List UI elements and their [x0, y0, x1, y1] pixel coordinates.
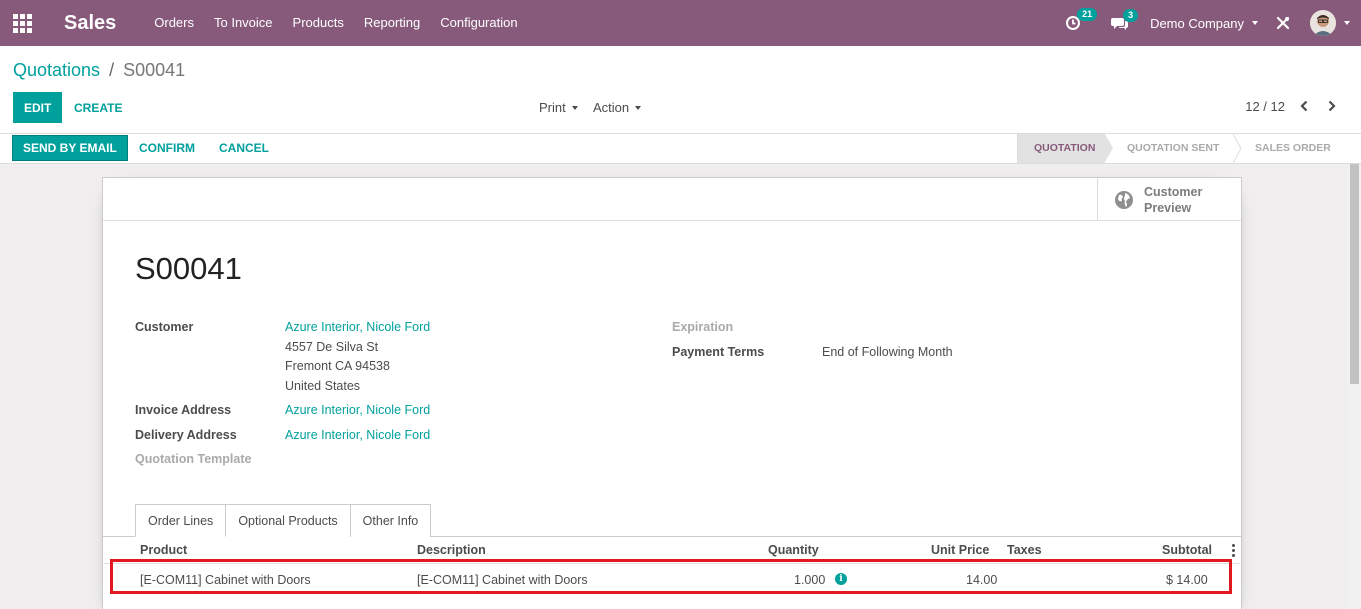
column-taxes[interactable]: Taxes: [1007, 543, 1042, 557]
breadcrumb-separator: /: [109, 60, 115, 80]
print-label: Print: [539, 100, 566, 115]
tab-optional-products[interactable]: Optional Products: [225, 504, 351, 537]
caret-down-icon: [1252, 21, 1258, 25]
pager-value[interactable]: 12 / 12: [1245, 99, 1285, 114]
form-statusbar: SEND BY EMAIL CONFIRM CANCEL QUOTATION Q…: [0, 134, 1361, 164]
pager-previous-button[interactable]: [1295, 97, 1313, 115]
customer-preview-button[interactable]: Customer Preview: [1097, 178, 1241, 221]
grid-icon: [12, 13, 32, 33]
create-button[interactable]: CREATE: [64, 92, 132, 123]
message-count-badge: 3: [1123, 8, 1139, 22]
app-switcher[interactable]: [0, 0, 44, 46]
column-quantity[interactable]: Quantity: [768, 543, 819, 557]
breadcrumb-quotations[interactable]: Quotations: [13, 60, 100, 80]
user-menu[interactable]: [1310, 10, 1350, 36]
row-quantity[interactable]: 1.000: [794, 573, 825, 587]
messaging-menu[interactable]: 3: [1111, 8, 1139, 31]
customer-link[interactable]: Azure Interior, Nicole Ford: [285, 320, 430, 334]
caret-down-icon: [571, 105, 578, 110]
menu-configuration[interactable]: Configuration: [430, 0, 527, 46]
pager: 12 / 12: [1245, 97, 1341, 115]
action-label: Action: [593, 100, 630, 115]
button-box: Customer Preview: [103, 178, 1241, 221]
avatar: [1310, 10, 1336, 36]
stage-quotation-sent[interactable]: QUOTATION SENT: [1105, 134, 1241, 163]
page-scrollbar[interactable]: [1348, 164, 1361, 609]
payment-terms-label: Payment Terms: [672, 345, 765, 359]
scrollbar-thumb[interactable]: [1350, 164, 1359, 384]
menu-orders[interactable]: Orders: [144, 0, 204, 46]
form-sheet: Customer Preview S00041 Customer Azure I…: [102, 177, 1242, 609]
notebook-tabs: Order Lines Optional Products Other Info: [135, 504, 432, 537]
company-switcher[interactable]: Demo Company: [1150, 16, 1258, 31]
column-description[interactable]: Description: [417, 543, 486, 557]
customer-address-line1: 4557 De Silva St: [285, 340, 379, 354]
chevron-left-icon: [1300, 100, 1308, 112]
info-circle-icon[interactable]: i: [835, 573, 847, 585]
app-brand[interactable]: Sales: [64, 12, 116, 35]
menu-to-invoice[interactable]: To Invoice: [204, 0, 283, 46]
invoice-address-link[interactable]: Azure Interior, Nicole Ford: [285, 403, 430, 417]
chevron-right-icon: [1328, 100, 1336, 112]
action-dropdown[interactable]: Action: [593, 100, 642, 115]
stage-sales-order[interactable]: SALES ORDER: [1233, 134, 1361, 163]
delivery-address-link[interactable]: Azure Interior, Nicole Ford: [285, 428, 430, 442]
caret-down-icon: [635, 105, 642, 110]
invoice-address-label: Invoice Address: [135, 403, 232, 417]
globe-icon: [1115, 190, 1133, 209]
row-unit-price[interactable]: 14.00: [966, 573, 997, 587]
column-unit-price[interactable]: Unit Price: [931, 543, 989, 557]
column-product[interactable]: Product: [140, 543, 187, 557]
stage-quotation: QUOTATION: [1017, 134, 1113, 163]
company-name: Demo Company: [1150, 15, 1244, 31]
row-description[interactable]: [E-COM11] Cabinet with Doors: [417, 573, 588, 587]
control-panel: Quotations / S00041 EDIT CREATE Print Ac…: [0, 46, 1361, 134]
tools-icon: [1276, 16, 1290, 30]
menu-reporting[interactable]: Reporting: [354, 0, 430, 46]
activity-count-badge: 21: [1077, 8, 1098, 21]
cancel-button[interactable]: CANCEL: [213, 135, 275, 161]
customer-label: Customer: [135, 320, 194, 334]
customer-address-line3: United States: [285, 379, 361, 393]
send-by-email-button[interactable]: SEND BY EMAIL: [12, 135, 128, 161]
tab-order-lines[interactable]: Order Lines: [135, 504, 227, 537]
row-product[interactable]: [E-COM11] Cabinet with Doors: [140, 573, 311, 587]
caret-down-icon: [1344, 21, 1350, 25]
navbar-right: 21 3 Demo Company: [1065, 0, 1361, 46]
optional-columns-icon[interactable]: [1232, 544, 1235, 557]
document-title: S00041: [135, 251, 242, 286]
payment-terms-value: End of Following Month: [822, 345, 953, 359]
debug-tools[interactable]: [1276, 16, 1290, 30]
top-navbar: Sales Orders To Invoice Products Reporti…: [0, 0, 1361, 46]
edit-button[interactable]: EDIT: [13, 92, 63, 123]
breadcrumb-current: S00041: [123, 60, 186, 80]
activity-menu[interactable]: 21: [1065, 8, 1098, 31]
row-subtotal: $ 14.00: [1166, 573, 1208, 587]
menu-products[interactable]: Products: [283, 0, 354, 46]
breadcrumb: Quotations / S00041: [13, 60, 185, 81]
column-subtotal[interactable]: Subtotal: [1162, 543, 1212, 557]
quotation-template-label: Quotation Template: [135, 452, 252, 466]
main-menu: Orders To Invoice Products Reporting Con…: [144, 0, 527, 46]
pager-next-button[interactable]: [1323, 97, 1341, 115]
tab-other-info[interactable]: Other Info: [349, 504, 432, 537]
expiration-label: Expiration: [672, 320, 734, 334]
delivery-address-label: Delivery Address: [135, 428, 237, 442]
print-dropdown[interactable]: Print: [539, 100, 578, 115]
customer-preview-label: Customer Preview: [1144, 184, 1203, 215]
status-stages: QUOTATION QUOTATION SENT SALES ORDER: [1017, 134, 1361, 163]
customer-address-line2: Fremont CA 94538: [285, 359, 390, 373]
confirm-button[interactable]: CONFIRM: [133, 135, 201, 161]
